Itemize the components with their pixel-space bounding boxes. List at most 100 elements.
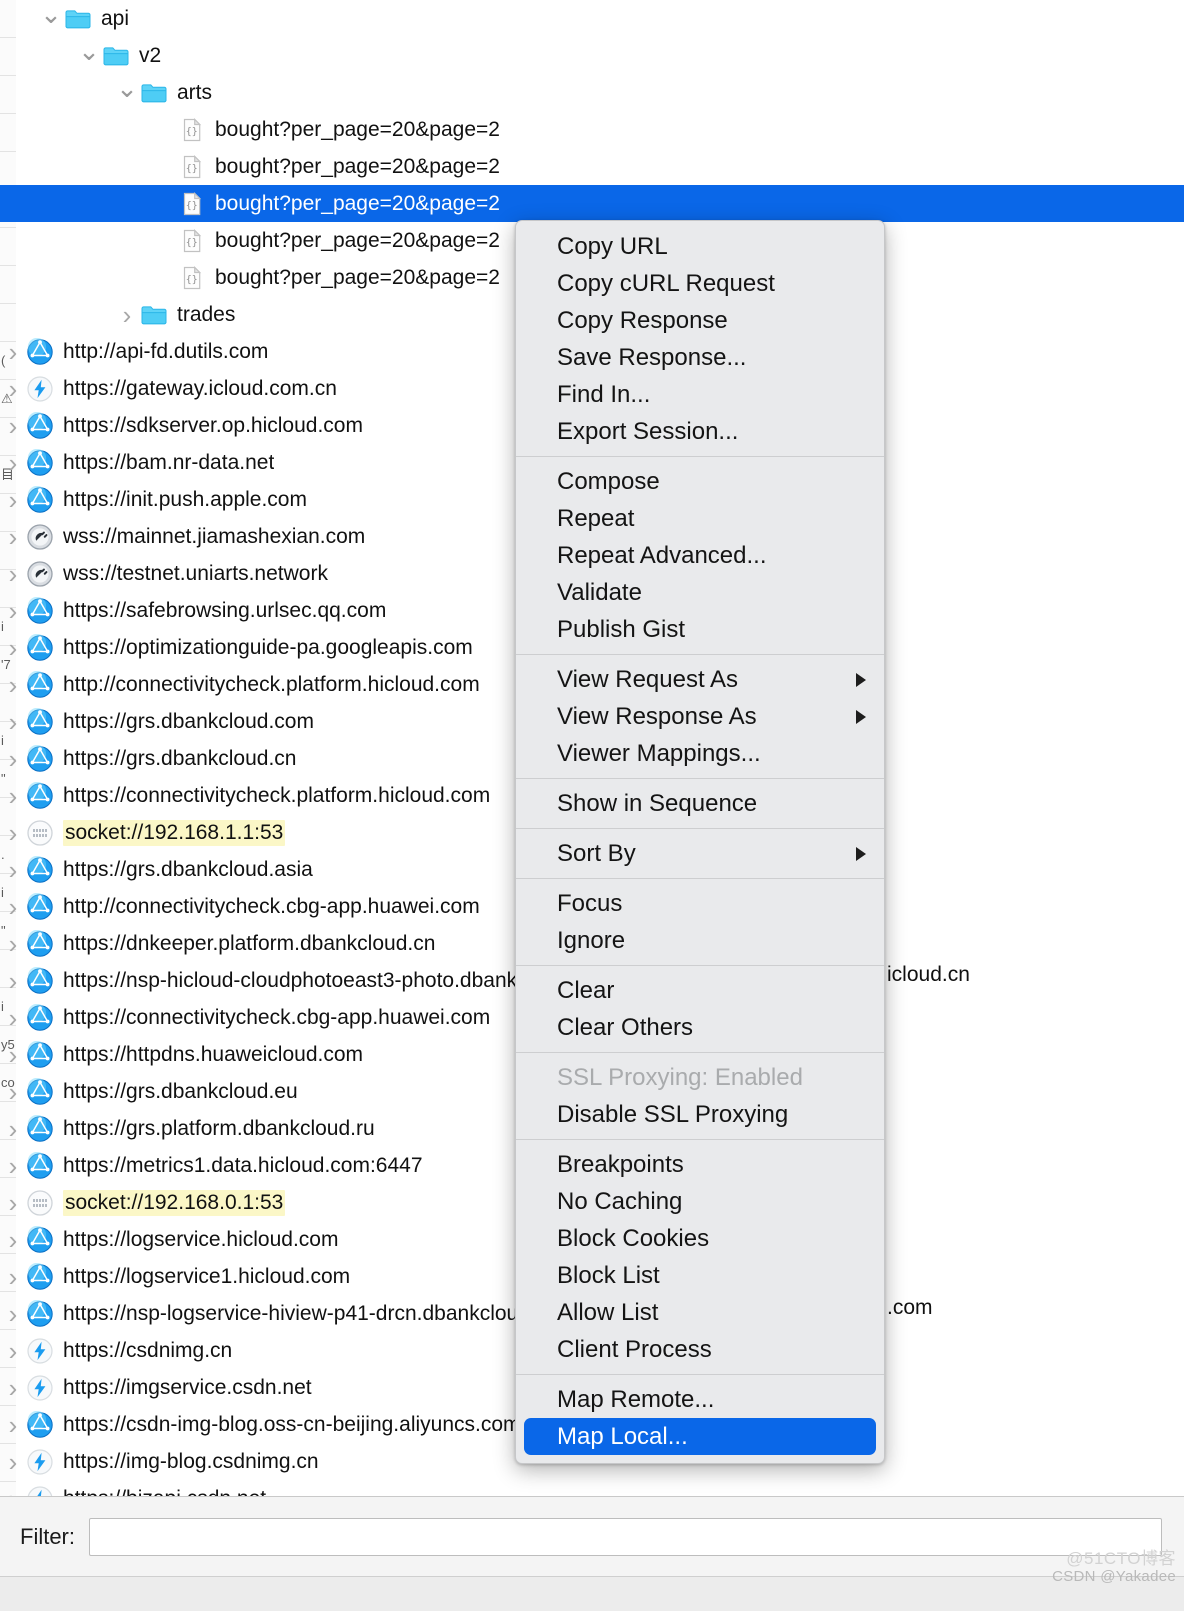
menu-item-compose[interactable]: Compose — [516, 463, 884, 500]
chevron-right-icon[interactable]: › — [0, 524, 26, 550]
session-tree-row-label: https://csdn-img-blog.oss-cn-beijing.ali… — [63, 1412, 521, 1436]
menu-item-clear-others[interactable]: Clear Others — [516, 1009, 884, 1046]
globe-icon — [26, 1299, 54, 1328]
menu-item-disable-ssl-proxying[interactable]: Disable SSL Proxying — [516, 1096, 884, 1133]
chevron-right-icon[interactable]: › — [0, 413, 26, 439]
session-tree-row[interactable]: {} bought?per_page=20&page=2 — [0, 148, 1184, 185]
chevron-right-icon[interactable]: › — [0, 746, 26, 772]
chevron-right-icon[interactable]: › — [0, 450, 26, 476]
session-tree-row[interactable]: ⌄ api — [0, 0, 1184, 37]
menu-item-block-cookies[interactable]: Block Cookies — [516, 1220, 884, 1257]
chevron-right-icon[interactable]: › — [0, 1486, 26, 1497]
chevron-right-icon[interactable]: › — [0, 968, 26, 994]
session-tree-row[interactable]: {} bought?per_page=20&page=2 — [0, 185, 1184, 222]
session-tree-row-label: https://metrics1.data.hicloud.com:6447 — [63, 1153, 423, 1177]
globe-icon — [26, 707, 54, 736]
menu-item-ignore[interactable]: Ignore — [516, 922, 884, 959]
session-tree-row-label: bought?per_page=20&page=2 — [215, 228, 500, 252]
menu-item-copy-url[interactable]: Copy URL — [516, 228, 884, 265]
menu-item-label: Copy cURL Request — [557, 269, 775, 297]
menu-item-viewer-mappings[interactable]: Viewer Mappings... — [516, 735, 884, 772]
menu-item-view-response-as[interactable]: View Response As — [516, 698, 884, 735]
chevron-right-icon[interactable]: › — [0, 1227, 26, 1253]
menu-item-label: Disable SSL Proxying — [557, 1100, 789, 1128]
menu-item-client-process[interactable]: Client Process — [516, 1331, 884, 1368]
chevron-down-icon[interactable]: ⌄ — [38, 1, 64, 27]
context-menu[interactable]: Copy URL Copy cURL Request Copy Response Sa… — [515, 220, 885, 1464]
session-tree-row[interactable]: ⌄ arts — [0, 74, 1184, 111]
charles-proxy-window: (⚠ 目 i '7 i ". i " i y5 co ⌄ api ⌄ v2 ⌄ arts{} bought?pe… — [0, 0, 1184, 1611]
menu-item-view-request-as[interactable]: View Request As — [516, 661, 884, 698]
chevron-right-icon[interactable]: › — [0, 1338, 26, 1364]
chevron-right-icon[interactable]: › — [0, 1153, 26, 1179]
chevron-down-icon[interactable]: ⌄ — [114, 75, 140, 101]
menu-item-sort-by[interactable]: Sort By — [516, 835, 884, 872]
menu-item-focus[interactable]: Focus — [516, 885, 884, 922]
menu-item-map-local[interactable]: Map Local... — [524, 1418, 876, 1455]
chevron-right-icon[interactable]: › — [0, 1042, 26, 1068]
chevron-right-icon[interactable]: › — [0, 1264, 26, 1290]
folder-icon — [140, 301, 168, 329]
chevron-right-icon[interactable]: › — [0, 487, 26, 513]
globe-icon — [26, 670, 54, 699]
menu-item-no-caching[interactable]: No Caching — [516, 1183, 884, 1220]
globe-icon — [26, 1040, 54, 1069]
session-tree-row[interactable]: {} bought?per_page=20&page=2 — [0, 111, 1184, 148]
menu-item-clear[interactable]: Clear — [516, 972, 884, 1009]
filter-input[interactable] — [89, 1517, 1162, 1556]
menu-item-allow-list[interactable]: Allow List — [516, 1294, 884, 1331]
menu-item-label: Client Process — [557, 1335, 712, 1363]
chevron-right-icon[interactable]: › — [0, 598, 26, 624]
menu-item-find-in[interactable]: Find In... — [516, 376, 884, 413]
submenu-arrow-icon — [856, 709, 866, 724]
chevron-right-icon[interactable]: › — [0, 672, 26, 698]
menu-separator — [516, 828, 884, 829]
menu-item-block-list[interactable]: Block List — [516, 1257, 884, 1294]
menu-item-copy-curl-request[interactable]: Copy cURL Request — [516, 265, 884, 302]
chevron-right-icon[interactable]: › — [0, 635, 26, 661]
globe-icon — [26, 1077, 54, 1106]
menu-item-repeat[interactable]: Repeat — [516, 500, 884, 537]
chevron-right-icon[interactable]: › — [0, 1079, 26, 1105]
menu-item-map-remote[interactable]: Map Remote... — [516, 1381, 884, 1418]
menu-item-label: Clear Others — [557, 1013, 694, 1041]
bolt-icon — [26, 375, 54, 403]
chevron-right-icon[interactable]: › — [0, 894, 26, 920]
menu-item-validate[interactable]: Validate — [516, 574, 884, 611]
menu-item-label: Find In... — [557, 380, 651, 408]
menu-item-repeat-advanced[interactable]: Repeat Advanced... — [516, 537, 884, 574]
chevron-right-icon[interactable]: › — [0, 339, 26, 365]
chevron-right-icon[interactable]: › — [0, 857, 26, 883]
menu-item-label: View Response As — [557, 702, 757, 730]
session-tree-row[interactable]: › https://bizapi.csdn.net — [0, 1480, 1184, 1496]
menu-item-export-session[interactable]: Export Session... — [516, 413, 884, 450]
menu-item-label: No Caching — [557, 1187, 683, 1215]
session-tree-row[interactable]: ⌄ v2 — [0, 37, 1184, 74]
chevron-right-icon[interactable]: › — [0, 931, 26, 957]
session-tree-row-label: https://optimizationguide-pa.googleapis.… — [63, 635, 473, 659]
menu-item-copy-response[interactable]: Copy Response — [516, 302, 884, 339]
chevron-right-icon[interactable]: › — [0, 820, 26, 846]
menu-separator — [516, 878, 884, 879]
chevron-right-icon[interactable]: › — [0, 1375, 26, 1401]
chevron-right-icon[interactable]: › — [0, 709, 26, 735]
chevron-right-icon[interactable]: › — [0, 1190, 26, 1216]
chevron-right-icon[interactable]: › — [0, 561, 26, 587]
chevron-right-icon[interactable]: › — [114, 302, 140, 328]
chevron-down-icon[interactable]: ⌄ — [76, 38, 102, 64]
menu-item-label: Show in Sequence — [557, 789, 758, 817]
chevron-right-icon[interactable]: › — [0, 1005, 26, 1031]
menu-item-show-in-sequence[interactable]: Show in Sequence — [516, 785, 884, 822]
menu-item-publish-gist[interactable]: Publish Gist — [516, 611, 884, 648]
chevron-right-icon[interactable]: › — [0, 376, 26, 402]
menu-item-label: Save Response... — [557, 343, 747, 371]
chevron-right-icon[interactable]: › — [0, 1449, 26, 1475]
chevron-right-icon[interactable]: › — [0, 1301, 26, 1327]
chevron-right-icon[interactable]: › — [0, 783, 26, 809]
chevron-right-icon[interactable]: › — [0, 1412, 26, 1438]
menu-item-save-response[interactable]: Save Response... — [516, 339, 884, 376]
menu-item-label: Repeat Advanced... — [557, 541, 767, 569]
menu-item-breakpoints[interactable]: Breakpoints — [516, 1146, 884, 1183]
chevron-right-icon[interactable]: › — [0, 1116, 26, 1142]
svg-text:{}: {} — [186, 163, 198, 174]
